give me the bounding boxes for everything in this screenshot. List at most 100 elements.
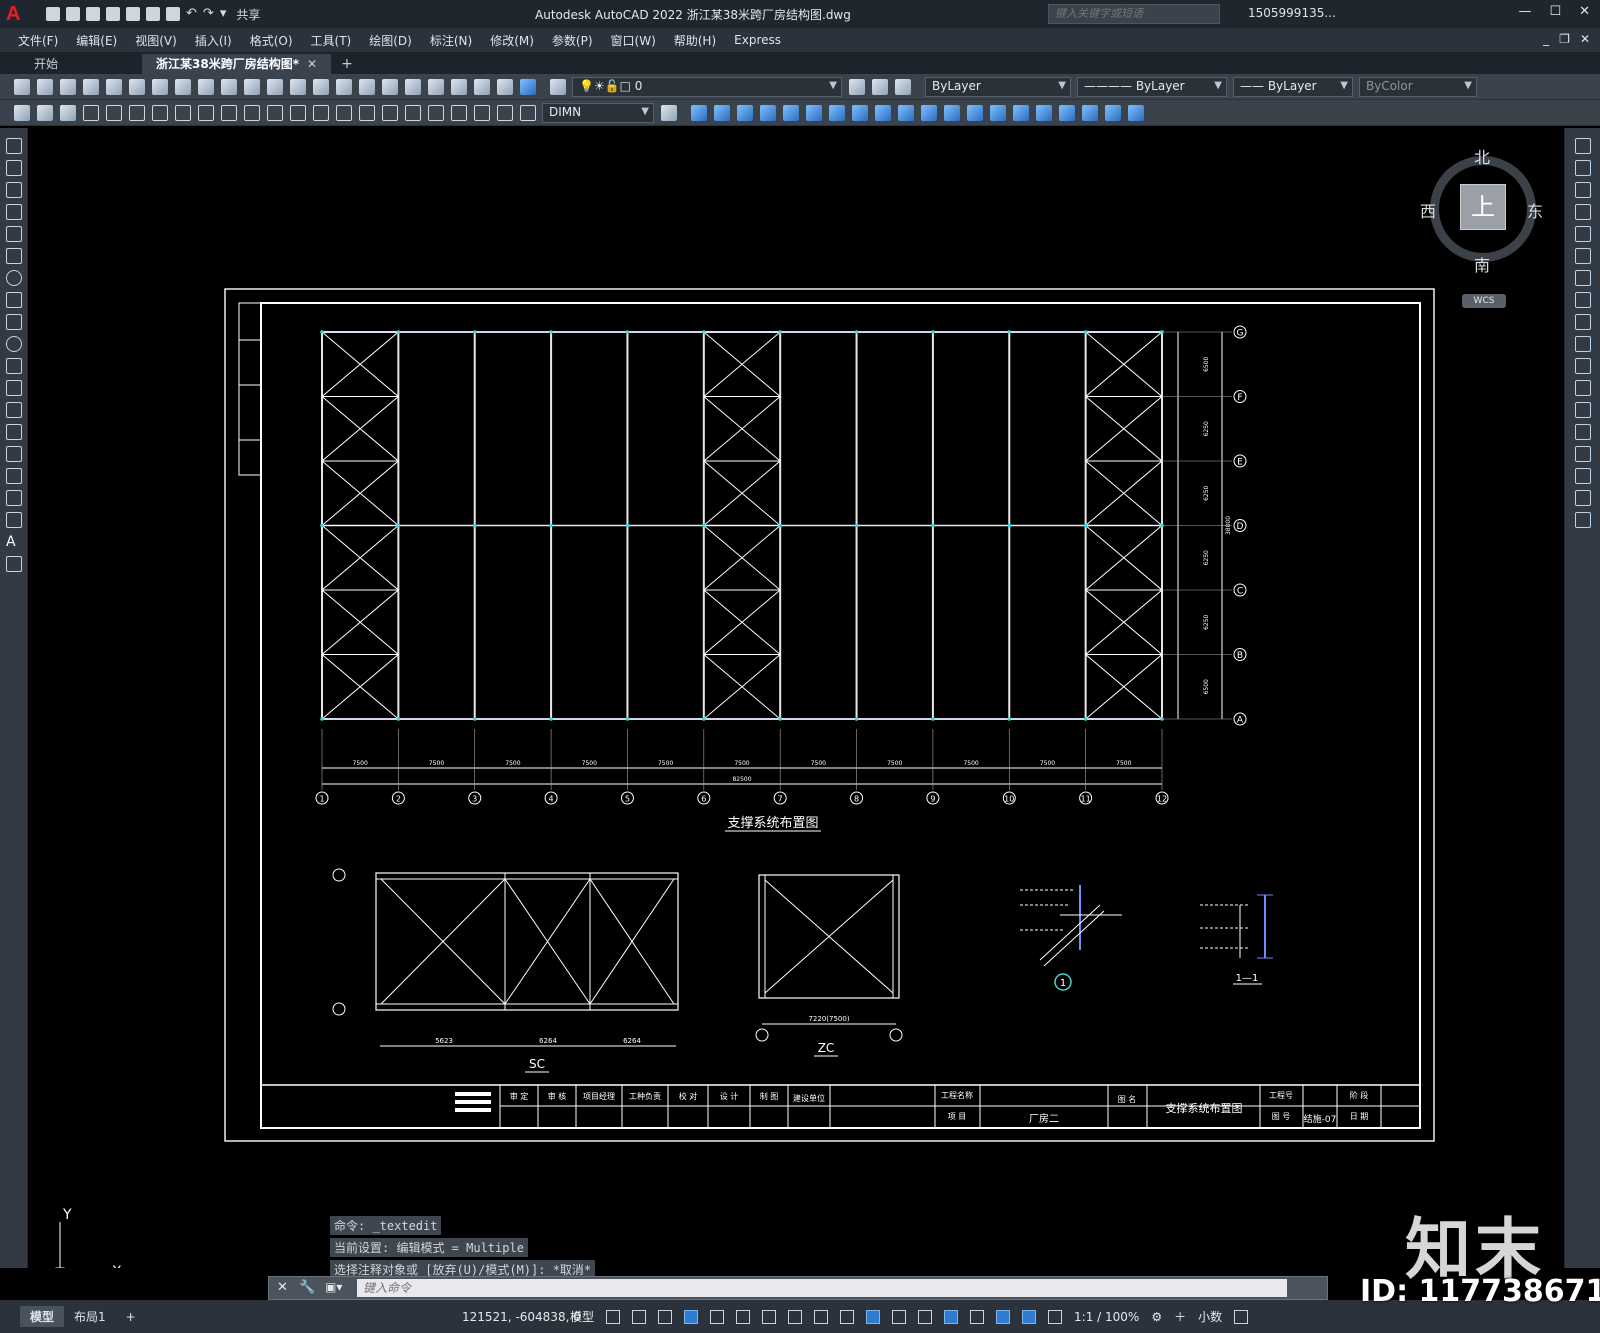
auto-scale-icon[interactable] — [1048, 1309, 1063, 1324]
fillet-icon[interactable] — [1013, 104, 1029, 121]
customize-wrench-icon[interactable]: 🔧 — [299, 1280, 315, 1295]
tab-drawing-file[interactable]: 浙江某38米跨厂房结构图* ✕ — [142, 54, 332, 74]
transparency-icon[interactable] — [866, 1309, 881, 1324]
line-icon[interactable] — [6, 138, 22, 154]
dimstyle-dropdown[interactable]: DIMN ▼ — [542, 102, 654, 123]
break-at-point-icon[interactable] — [944, 104, 960, 121]
copy-icon[interactable] — [175, 78, 191, 95]
tool-palettes-icon[interactable] — [428, 78, 444, 95]
doc-minimize-icon[interactable]: _ — [1543, 32, 1549, 46]
move-icon[interactable] — [806, 104, 822, 121]
arc-length-icon[interactable] — [129, 104, 145, 121]
object-snap-icon[interactable] — [814, 1309, 829, 1324]
menu-window[interactable]: 窗口(W) — [611, 32, 656, 49]
polar-tracking-icon[interactable] — [736, 1309, 751, 1324]
extend-icon[interactable] — [921, 104, 937, 121]
center-mark-icon[interactable] — [405, 104, 421, 121]
tab-start[interactable]: 开始 — [20, 54, 72, 74]
menu-view[interactable]: 视图(V) — [135, 32, 177, 49]
ellipse-icon[interactable] — [6, 336, 22, 352]
menu-draw[interactable]: 绘图(D) — [369, 32, 412, 49]
break-icon[interactable] — [1575, 380, 1591, 396]
workspace-gear-icon[interactable]: ⚙ — [1151, 1310, 1162, 1324]
jogged-icon[interactable] — [198, 104, 214, 121]
tool-icon-2[interactable] — [37, 104, 53, 121]
update-icon[interactable] — [520, 104, 536, 121]
add-layout-button[interactable]: + — [116, 1308, 146, 1326]
redo-icon[interactable]: ↷ — [203, 7, 214, 21]
grid-icon[interactable] — [606, 1309, 621, 1324]
revision-cloud-icon[interactable] — [6, 292, 22, 308]
doc-restore-icon[interactable]: ❐ — [1559, 32, 1570, 46]
close-icon[interactable]: ✕ — [1579, 4, 1590, 19]
construction-line-icon[interactable] — [6, 160, 22, 176]
array-icon[interactable] — [783, 104, 799, 121]
model-space-button[interactable]: 模型 — [570, 1308, 594, 1325]
ungroup-icon[interactable] — [1128, 104, 1144, 121]
linetype-dropdown[interactable]: ———— ByLayer ▼ — [1077, 76, 1227, 97]
gradient-icon[interactable] — [6, 468, 22, 484]
explode-icon[interactable] — [1575, 512, 1591, 528]
insert-block-icon[interactable] — [6, 380, 22, 396]
share-button[interactable]: 共享 — [236, 6, 260, 23]
new-tab-button[interactable]: + — [331, 54, 363, 74]
units-dropdown[interactable]: 小数 — [1198, 1308, 1222, 1325]
wcs-menu[interactable]: WCS — [1462, 294, 1506, 308]
point-icon[interactable] — [6, 424, 22, 440]
publish-icon[interactable] — [146, 7, 160, 21]
fillet-icon[interactable] — [1575, 468, 1591, 484]
rotate-icon[interactable] — [829, 104, 845, 121]
zoom-previous-icon[interactable] — [359, 78, 375, 95]
angular-icon[interactable] — [244, 104, 260, 121]
sheet-set-icon[interactable] — [451, 78, 467, 95]
mirror-icon[interactable] — [1575, 182, 1591, 198]
selection-filter-icon[interactable] — [970, 1309, 985, 1324]
region-icon[interactable] — [6, 490, 22, 506]
search-input[interactable] — [1048, 4, 1220, 24]
plot-icon[interactable] — [166, 7, 180, 21]
dynamic-ucs-icon[interactable] — [944, 1309, 959, 1324]
save-icon[interactable] — [86, 7, 100, 21]
block-icon[interactable] — [1059, 104, 1075, 121]
menu-format[interactable]: 格式(O) — [250, 32, 293, 49]
annotation-visibility-icon[interactable] — [1022, 1309, 1037, 1324]
erase-icon[interactable] — [691, 104, 707, 121]
quick-properties-icon[interactable] — [1234, 1309, 1249, 1324]
properties-icon[interactable] — [382, 78, 398, 95]
save-icon[interactable] — [60, 78, 76, 95]
group-icon[interactable] — [1105, 104, 1121, 121]
add-selected-icon[interactable] — [6, 556, 22, 572]
blend-icon[interactable] — [1575, 490, 1591, 506]
layer-properties-icon[interactable] — [550, 78, 566, 95]
menu-express[interactable]: Express — [734, 33, 781, 47]
multiline-text-icon[interactable]: A — [6, 534, 22, 550]
aligned-dimension-icon[interactable] — [106, 104, 122, 121]
break-at-point-icon[interactable] — [1575, 402, 1591, 418]
ortho-icon[interactable] — [710, 1309, 725, 1324]
scale-icon[interactable] — [852, 104, 868, 121]
autocad-logo-icon[interactable]: A — [6, 3, 28, 25]
customize-dropdown-icon[interactable]: ▾ — [220, 7, 227, 21]
snap-icon[interactable] — [632, 1309, 647, 1324]
layer-dropdown[interactable]: 💡☀🔓□ 0 ▼ — [572, 76, 842, 97]
undo-icon[interactable]: ↶ — [186, 7, 197, 21]
inspection-icon[interactable] — [428, 104, 444, 121]
drawing-canvas[interactable]: G 6500 F 6250 E 6250 D 6250 C 6250 B 6500 A 38000 1 750… — [29, 128, 1564, 1268]
dimstyle-icon[interactable] — [661, 104, 677, 121]
web-mobile-icon[interactable] — [126, 7, 140, 21]
tool-icon-3[interactable] — [60, 104, 76, 121]
radius-icon[interactable] — [175, 104, 191, 121]
continue-icon[interactable] — [313, 104, 329, 121]
calculator-icon[interactable] — [497, 78, 513, 95]
doc-close-icon[interactable]: ✕ — [1580, 32, 1590, 46]
copy-object-icon[interactable] — [714, 104, 730, 121]
stretch-icon[interactable] — [875, 104, 891, 121]
viewcube[interactable]: 北 南 东 西 上 WCS — [1420, 148, 1543, 308]
layer-state-icon[interactable] — [895, 78, 911, 95]
pan-icon[interactable] — [290, 78, 306, 95]
isometric-icon[interactable] — [762, 1309, 777, 1324]
table-icon[interactable] — [6, 512, 22, 528]
preview-icon[interactable] — [106, 78, 122, 95]
circle-icon[interactable] — [6, 270, 22, 286]
space-icon[interactable] — [336, 104, 352, 121]
